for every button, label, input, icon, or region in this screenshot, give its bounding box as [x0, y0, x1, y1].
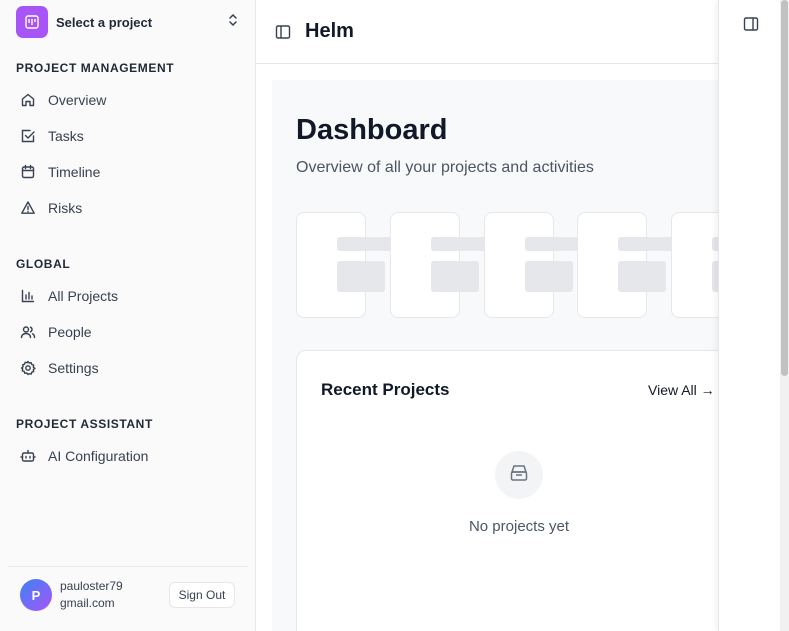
alert-triangle-icon: [20, 200, 36, 216]
stat-card-skeleton: [296, 212, 393, 318]
skeleton-block: [337, 261, 385, 292]
sidebar-item-label: Timeline: [48, 164, 101, 180]
stat-card-skeleton: [390, 212, 487, 318]
stat-card-skeleton: [484, 212, 581, 318]
gear-icon: [20, 360, 36, 376]
user-email-domain: gmail.com: [60, 596, 115, 610]
sidebar-item-label: All Projects: [48, 288, 119, 304]
stat-card-skeleton: [671, 212, 718, 318]
bot-icon: [20, 448, 36, 464]
sidebar-item-settings[interactable]: Settings: [8, 352, 248, 384]
skeleton-block: [618, 261, 666, 292]
app-title: Helm: [305, 20, 354, 42]
recent-projects-card: Recent Projects View All → No projects y…: [296, 350, 718, 631]
scrollbar[interactable]: [780, 0, 789, 631]
check-square-icon: [20, 128, 36, 144]
skeleton-line: [618, 237, 674, 251]
sidebar-item-label: Settings: [48, 360, 99, 376]
skeleton-block: [525, 261, 573, 292]
empty-state-icon-wrapper: [495, 451, 543, 499]
sidebar-item-ai-configuration[interactable]: AI Configuration: [8, 440, 248, 472]
sidebar-item-all-projects[interactable]: All Projects: [8, 280, 248, 312]
sidebar-item-label: Overview: [48, 92, 107, 108]
sidebar-footer-divider: [8, 566, 248, 567]
page-subtitle: Overview of all your projects and activi…: [296, 159, 594, 176]
section-global: GLOBAL: [16, 257, 71, 271]
skeleton-line: [525, 237, 581, 251]
scrollbar-thumb[interactable]: [781, 0, 788, 376]
bar-chart-icon: [20, 288, 36, 304]
sidebar-item-label: People: [48, 324, 92, 340]
top-header: Helm: [256, 0, 718, 64]
skeleton-line: [337, 237, 393, 251]
section-project-assistant: PROJECT ASSISTANT: [16, 417, 153, 431]
stat-card-skeleton: [577, 212, 674, 318]
section-project-management: PROJECT MANAGEMENT: [16, 61, 175, 75]
chevrons-up-down-icon: [226, 13, 240, 32]
calendar-icon: [20, 164, 36, 180]
sidebar-item-label: Tasks: [48, 128, 84, 144]
view-all-link[interactable]: View All →: [648, 382, 715, 398]
project-selector-label: Select a project: [56, 14, 153, 30]
project-logo-icon: [16, 6, 48, 38]
sidebar-item-risks[interactable]: Risks: [8, 192, 248, 224]
panel-right-toggle-icon[interactable]: [743, 16, 759, 32]
page-title: Dashboard: [296, 114, 448, 146]
skeleton-line: [431, 237, 487, 251]
empty-state-text: No projects yet: [468, 518, 570, 535]
right-panel: [718, 0, 780, 631]
sidebar-toggle-icon[interactable]: [275, 24, 291, 40]
project-selector[interactable]: Select a project: [8, 6, 248, 38]
sidebar-item-label: Risks: [48, 200, 83, 216]
skeleton-block: [431, 261, 479, 292]
archive-icon: [508, 462, 530, 489]
recent-projects-title: Recent Projects: [321, 380, 450, 399]
user-name: pauloster79: [60, 579, 123, 593]
sidebar-item-people[interactable]: People: [8, 316, 248, 348]
sidebar-item-tasks[interactable]: Tasks: [8, 120, 248, 152]
sidebar-item-overview[interactable]: Overview: [8, 84, 248, 116]
sidebar-item-label: AI Configuration: [48, 448, 149, 464]
sign-out-button[interactable]: Sign Out: [169, 582, 235, 608]
sidebar: Select a project PROJECT MANAGEMENT Over…: [0, 0, 256, 631]
sidebar-item-timeline[interactable]: Timeline: [8, 156, 248, 188]
avatar[interactable]: P: [20, 579, 52, 611]
main-content: Dashboard Overview of all your projects …: [272, 80, 718, 631]
users-icon: [20, 324, 36, 340]
home-icon: [20, 92, 36, 108]
